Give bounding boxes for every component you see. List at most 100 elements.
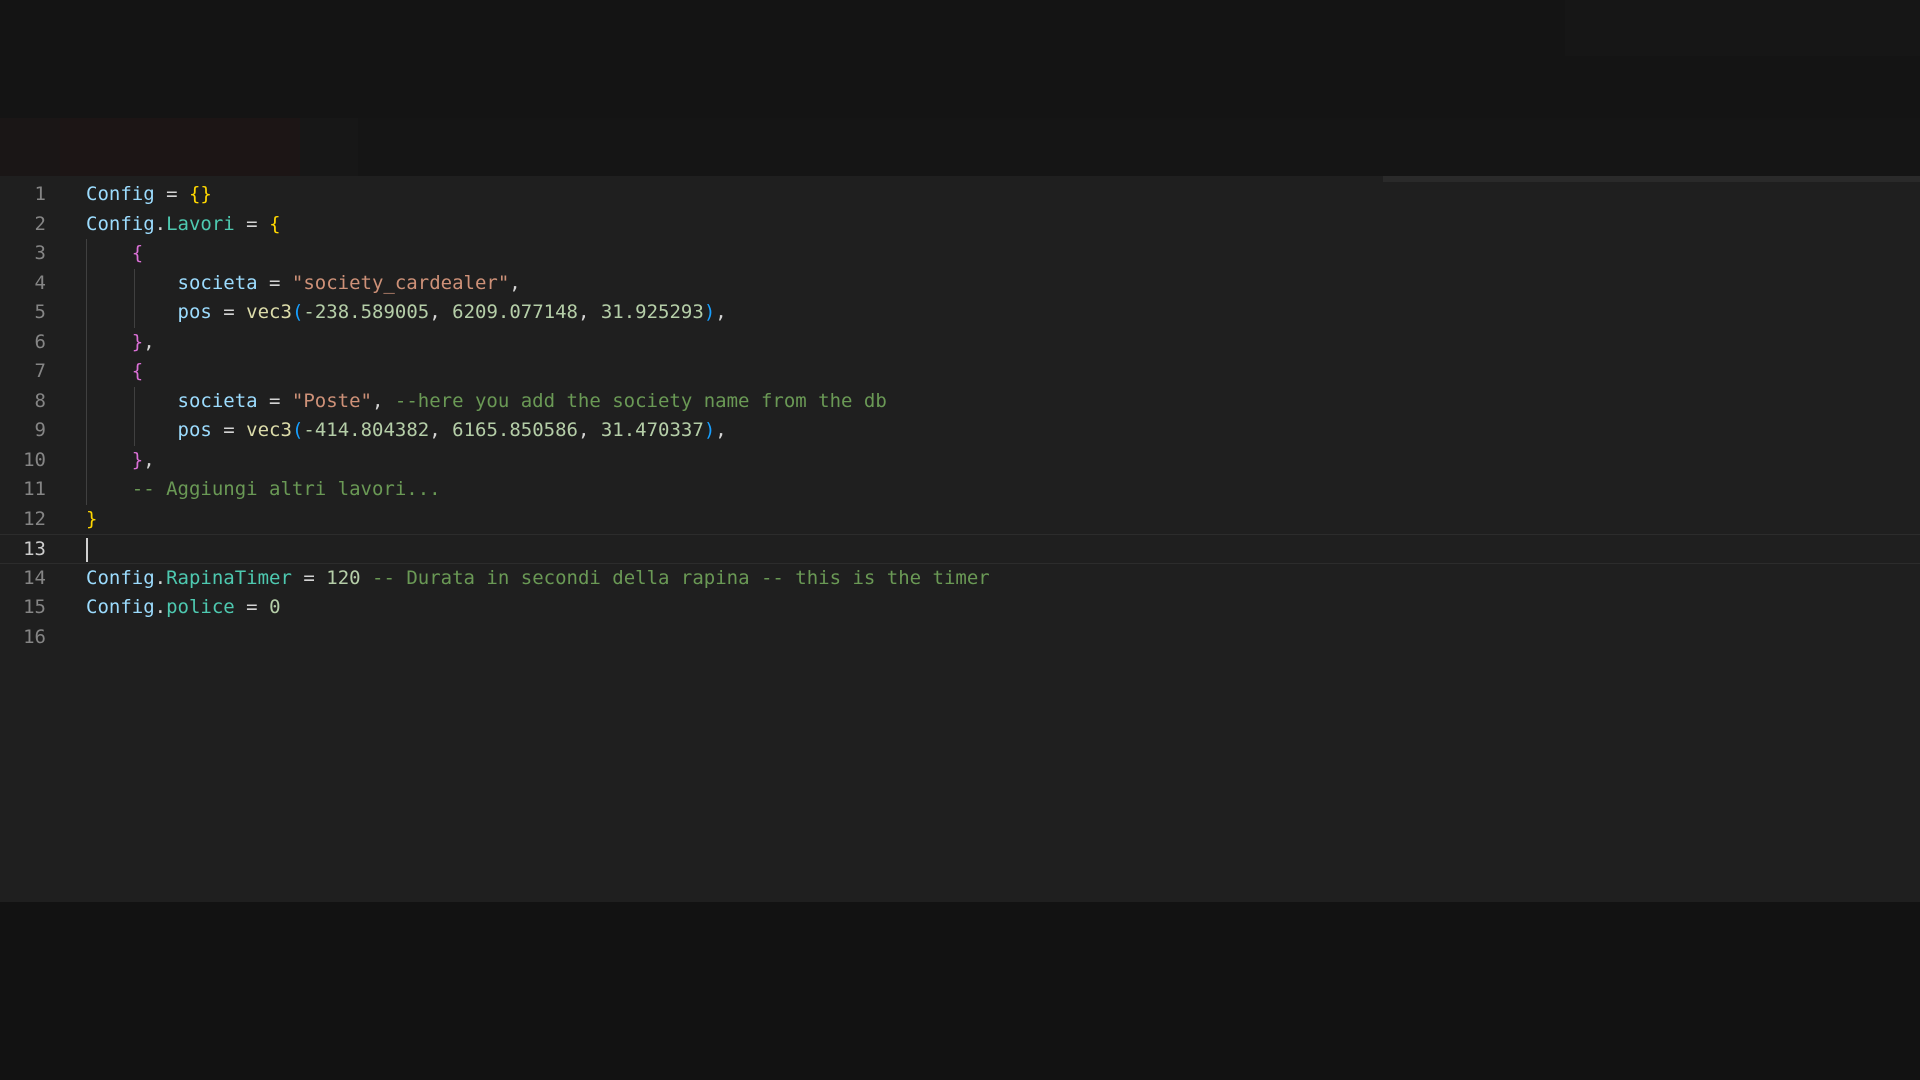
code-text[interactable]: societa = "society_cardealer", — [86, 269, 521, 299]
code-token: -414.804382 — [303, 419, 430, 441]
code-text[interactable]: pos = vec3(-238.589005, 6209.077148, 31.… — [86, 298, 727, 328]
code-token: , — [143, 448, 155, 471]
code-token: 31.925293 — [600, 301, 704, 323]
code-line[interactable]: 15 Config.police = 0 — [0, 593, 1920, 623]
code-text[interactable]: Config.police = 0 — [86, 593, 281, 623]
code-token: } — [131, 448, 144, 471]
code-line[interactable]: 16 — [0, 623, 1920, 653]
code-text[interactable]: pos = vec3(-414.804382, 6165.850586, 31.… — [86, 416, 727, 446]
line-number: 2 — [34, 212, 46, 235]
editor-tab[interactable] — [0, 118, 60, 176]
code-line[interactable]: 13 — [0, 534, 1920, 564]
line-number: 6 — [34, 330, 46, 353]
code-token: } — [86, 507, 98, 530]
code-token: = — [257, 389, 292, 412]
line-number: 15 — [23, 596, 46, 618]
code-token: ) — [703, 419, 716, 441]
code-token: {} — [188, 183, 212, 205]
code-line[interactable]: 11 -- Aggiungi altri lavori... — [0, 475, 1920, 505]
code-text[interactable]: Config.RapinaTimer = 120 -- Durata in se… — [86, 564, 990, 594]
code-token: , — [509, 271, 521, 294]
code-token: --here you add the society name from the… — [394, 389, 887, 412]
code-token: "Poste" — [291, 389, 372, 412]
code-token: Config — [86, 566, 155, 589]
line-number: 7 — [34, 360, 46, 382]
editor-tab[interactable] — [60, 118, 300, 176]
code-line[interactable]: 12} — [0, 505, 1920, 535]
code-token: -238.589005 — [303, 301, 430, 323]
code-line[interactable]: 5 pos = vec3(-238.589005, 6209.077148, 3… — [0, 298, 1920, 328]
code-token: -- Aggiungi altri lavori... — [131, 478, 441, 500]
code-token: societa — [177, 389, 258, 412]
title-bar-right-region — [1565, 0, 1920, 56]
code-token: ) — [703, 301, 716, 323]
code-text[interactable]: { — [86, 239, 143, 269]
line-number: 5 — [34, 301, 46, 323]
code-line[interactable]: 10 }, — [0, 445, 1920, 476]
line-number: 11 — [23, 478, 46, 500]
code-text[interactable]: } — [86, 505, 97, 535]
code-text[interactable]: Config.Lavori = { — [86, 210, 281, 240]
code-token: pos — [177, 301, 212, 323]
code-token: Lavori — [166, 212, 235, 235]
editor-tab[interactable] — [300, 118, 358, 176]
code-token: vec3 — [246, 419, 292, 441]
code-text[interactable]: { — [86, 357, 143, 387]
code-token: ( — [291, 301, 304, 323]
code-line[interactable]: 8 societa = "Poste", --here you add the … — [0, 386, 1920, 417]
code-line[interactable]: 3 { — [0, 239, 1920, 269]
code-token: 6209.077148 — [452, 301, 578, 323]
code-token: Config — [86, 212, 155, 235]
code-text[interactable]: Config = {} — [86, 180, 212, 210]
code-text[interactable]: societa = "Poste", --here you add the so… — [86, 387, 887, 417]
bottom-region — [0, 902, 1920, 1080]
code-token: { — [131, 360, 144, 382]
code-token: } — [131, 330, 144, 353]
code-token: = — [211, 301, 247, 323]
code-line[interactable]: 2 Config.Lavori = { — [0, 210, 1920, 240]
code-text[interactable]: -- Aggiungi altri lavori... — [86, 475, 441, 505]
code-text[interactable]: }, — [86, 446, 155, 476]
code-token: , — [143, 330, 155, 353]
code-token: , — [429, 419, 453, 441]
code-editor[interactable]: 1 Config = {} 2 Config.Lavori = {3 {4 socie… — [0, 176, 1920, 902]
code-line[interactable]: 4 societa = "society_cardealer", — [0, 268, 1920, 299]
code-lines[interactable]: 1 Config = {} 2 Config.Lavori = {3 {4 socie… — [0, 180, 1920, 652]
code-token: Config — [86, 183, 155, 205]
line-number: 9 — [34, 419, 46, 441]
line-number: 16 — [23, 625, 46, 648]
line-number: 1 — [34, 183, 46, 205]
line-number: 4 — [34, 271, 46, 294]
code-line[interactable]: 6 }, — [0, 327, 1920, 358]
code-token: 0 — [269, 596, 281, 618]
code-token: , — [577, 301, 601, 323]
line-number: 8 — [34, 389, 46, 412]
code-token: societa — [177, 271, 258, 294]
code-token: 31.470337 — [600, 419, 704, 441]
code-token: RapinaTimer — [166, 566, 292, 589]
line-number: 13 — [23, 538, 46, 560]
code-token: = — [234, 212, 270, 235]
code-token: , — [577, 419, 601, 441]
code-token: "society_cardealer" — [291, 271, 510, 294]
line-number: 3 — [34, 242, 46, 264]
code-text[interactable]: }, — [86, 328, 155, 358]
title-bar — [0, 0, 1920, 118]
code-line[interactable]: 14 Config.RapinaTimer = 120 -- Durata in … — [0, 564, 1920, 594]
code-token: = — [154, 183, 189, 205]
code-token: = — [234, 596, 270, 618]
code-text[interactable] — [86, 535, 88, 565]
code-token: vec3 — [246, 301, 292, 323]
code-token: , — [372, 389, 395, 412]
code-line[interactable]: 9 pos = vec3(-414.804382, 6165.850586, 3… — [0, 416, 1920, 446]
code-line[interactable]: 1 Config = {} — [0, 180, 1920, 210]
code-line[interactable]: 7 { — [0, 357, 1920, 387]
